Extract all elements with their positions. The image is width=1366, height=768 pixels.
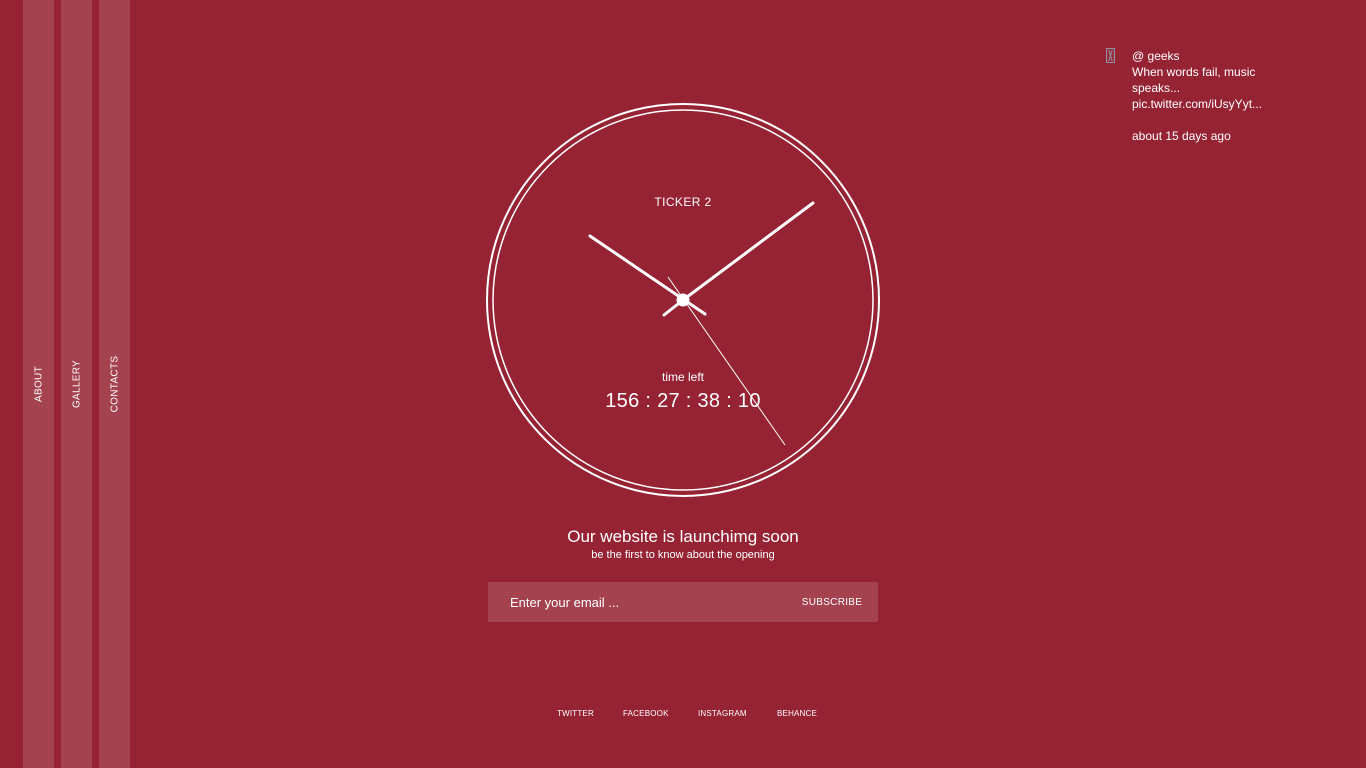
social-link-twitter[interactable]: TWITTER	[557, 709, 594, 718]
clock-center-dot	[676, 293, 690, 307]
coming-soon-page: ABOUT GALLERY CONTACTS @ geeks When word…	[0, 0, 1366, 768]
email-input[interactable]	[488, 582, 778, 622]
social-link-instagram[interactable]: INSTAGRAM	[698, 709, 747, 718]
page-subline: be the first to know about the opening	[591, 549, 775, 561]
nav-item-contacts[interactable]: CONTACTS	[99, 0, 130, 768]
nav-item-gallery[interactable]: GALLERY	[61, 0, 92, 768]
tweet-text-line: speaks...	[1132, 81, 1181, 95]
social-link-facebook[interactable]: FACEBOOK	[623, 709, 669, 718]
subscribe-button[interactable]: SUBSCRIBE	[786, 582, 878, 622]
nav-label-contacts: CONTACTS	[109, 355, 120, 413]
page-headline: Our website is launchimg soon	[567, 527, 799, 546]
subscribe-form: SUBSCRIBE	[488, 582, 878, 622]
clock-label: TICKER 2	[654, 195, 712, 209]
twitter-icon	[1106, 48, 1115, 63]
tweet-text-line: When words fail, music	[1132, 65, 1256, 79]
nav-label-gallery: GALLERY	[71, 359, 82, 409]
tweet-handle[interactable]: @ geeks	[1132, 48, 1282, 64]
tweet-time: about 15 days ago	[1132, 129, 1231, 143]
social-link-behance[interactable]: BEHANCE	[777, 709, 817, 718]
clock-face	[486, 103, 880, 497]
nav-item-about[interactable]: ABOUT	[23, 0, 54, 768]
time-left-label: time left	[661, 370, 704, 384]
tweet-link[interactable]: pic.twitter.com/iUsyYyt...	[1132, 96, 1282, 112]
countdown-value: 156 : 27 : 38 : 10	[605, 390, 761, 412]
tweet-body: @ geeks When words fail, music speaks...…	[1132, 48, 1282, 144]
clock-hand-long	[681, 201, 815, 302]
countdown-clock: TICKER 2 time left 156 : 27 : 38 : 10	[486, 103, 880, 497]
nav-label-about: ABOUT	[33, 366, 44, 402]
